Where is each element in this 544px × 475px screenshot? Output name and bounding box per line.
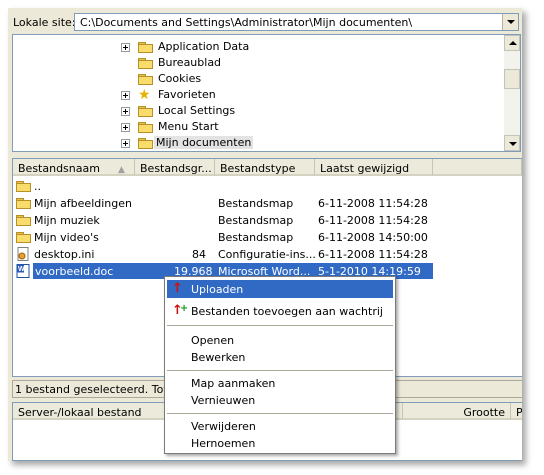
local-site-bar: Lokale site: C:\Documents and Settings\A… bbox=[8, 8, 522, 34]
column-header-filler bbox=[433, 159, 522, 176]
file-row[interactable]: desktop.ini 84 Configuratie-ins... 6-11-… bbox=[13, 246, 522, 263]
menu-item-openen[interactable]: Openen bbox=[167, 331, 393, 349]
expand-icon[interactable] bbox=[121, 43, 130, 52]
file-type: Bestandsmap bbox=[218, 197, 294, 210]
combo-dropdown-button[interactable] bbox=[502, 14, 518, 30]
tree-item[interactable]: Bureaublad bbox=[121, 55, 501, 71]
expand-icon[interactable] bbox=[121, 91, 130, 100]
file-type: Bestandsmap bbox=[218, 231, 294, 244]
file-modified: 6-11-2008 14:50:00 bbox=[318, 231, 428, 244]
column-header-size[interactable]: Bestandsgr... bbox=[135, 159, 215, 176]
file-modified: 6-11-2008 11:54:28 bbox=[318, 214, 428, 227]
expand-icon[interactable] bbox=[121, 139, 130, 148]
tree-item-label: Cookies bbox=[158, 72, 202, 85]
context-menu: ↑ Uploaden ↑+ Bestanden toevoegen aan wa… bbox=[164, 276, 396, 454]
tree-item-label: Bureaublad bbox=[158, 56, 222, 69]
scroll-down-button[interactable] bbox=[504, 135, 520, 151]
tree-item-label: Local Settings bbox=[158, 104, 236, 117]
file-name: Mijn muziek bbox=[34, 214, 100, 227]
chevron-down-icon bbox=[507, 20, 515, 24]
menu-separator bbox=[167, 413, 393, 414]
file-row[interactable]: .. bbox=[13, 178, 522, 195]
folder-icon bbox=[138, 58, 153, 69]
menu-separator bbox=[167, 325, 393, 326]
column-header-size[interactable]: Grootte bbox=[403, 403, 511, 420]
file-name: Mijn afbeeldingen bbox=[34, 197, 132, 210]
file-name: Mijn video's bbox=[34, 231, 99, 244]
file-type: Bestandsmap bbox=[218, 214, 294, 227]
file-name: desktop.ini bbox=[34, 248, 95, 261]
folder-icon bbox=[138, 122, 153, 133]
file-name: .. bbox=[34, 180, 41, 193]
menu-item-uploaden[interactable]: ↑ Uploaden bbox=[167, 280, 393, 298]
upload-arrow-icon: ↑ bbox=[172, 281, 183, 296]
tree-item-label: Application Data bbox=[158, 40, 250, 53]
tree-item-label: Menu Start bbox=[158, 120, 219, 133]
file-row[interactable]: Mijn video's Bestandsmap 6-11-2008 14:50… bbox=[13, 229, 522, 246]
open-folder-icon bbox=[138, 138, 153, 149]
sort-arrow-icon: ▲ bbox=[117, 165, 125, 175]
tree-item-label: Favorieten bbox=[158, 88, 216, 101]
tree-scrollbar[interactable] bbox=[504, 35, 520, 151]
menu-item-add-to-queue[interactable]: ↑+ Bestanden toevoegen aan wachtrij bbox=[167, 302, 393, 320]
tree-item[interactable]: Local Settings bbox=[121, 103, 501, 119]
column-header-name[interactable]: Bestandsnaam ▲ bbox=[13, 159, 135, 176]
star-icon: ★ bbox=[138, 87, 151, 103]
local-path-text: C:\Documents and Settings\Administrator\… bbox=[80, 16, 413, 29]
column-header-type[interactable]: Bestandstype bbox=[215, 159, 315, 176]
menu-item-vernieuwen[interactable]: Vernieuwen bbox=[167, 391, 393, 409]
expand-icon[interactable] bbox=[121, 123, 130, 132]
tree-item[interactable]: Application Data bbox=[121, 39, 501, 55]
video-folder-icon bbox=[16, 232, 31, 246]
music-folder-icon bbox=[16, 215, 31, 229]
pictures-folder-icon bbox=[16, 198, 31, 212]
svg-text:W: W bbox=[18, 266, 25, 273]
word-doc-icon: W bbox=[16, 264, 30, 278]
scroll-thumb[interactable] bbox=[504, 69, 520, 89]
local-folder-tree[interactable]: Application Data Bureaublad Cookies ★ Fa… bbox=[12, 34, 521, 152]
file-modified: 6-11-2008 11:54:28 bbox=[318, 248, 428, 261]
menu-item-hernoemen[interactable]: Hernoemen bbox=[167, 434, 393, 452]
file-row[interactable]: Mijn afbeeldingen Bestandsmap 6-11-2008 … bbox=[13, 195, 522, 212]
file-name: voorbeeld.doc bbox=[35, 265, 114, 278]
tree-item-selected[interactable]: Mijn documenten bbox=[121, 135, 501, 151]
menu-item-map-aanmaken[interactable]: Map aanmaken bbox=[167, 374, 393, 392]
chevron-down-icon bbox=[509, 142, 517, 146]
pane-splitter[interactable] bbox=[8, 152, 522, 156]
status-text: 1 bestand geselecteerd. Totale bbox=[15, 383, 185, 396]
expand-icon[interactable] bbox=[121, 107, 130, 116]
file-row[interactable]: Mijn muziek Bestandsmap 6-11-2008 11:54:… bbox=[13, 212, 522, 229]
file-size: 84 bbox=[192, 248, 206, 261]
menu-separator bbox=[167, 370, 393, 371]
menu-item-bewerken[interactable]: Bewerken bbox=[167, 348, 393, 366]
column-header-priority[interactable]: P bbox=[511, 403, 522, 420]
column-header-modified[interactable]: Laatst gewijzigd bbox=[315, 159, 433, 176]
add-to-queue-icon: ↑+ bbox=[172, 303, 189, 318]
folder-icon bbox=[16, 181, 31, 195]
chevron-up-icon bbox=[509, 41, 517, 45]
folder-icon bbox=[138, 42, 153, 53]
local-site-label: Lokale site: bbox=[13, 16, 76, 29]
tree-item[interactable]: Menu Start bbox=[121, 119, 501, 135]
local-path-combobox[interactable]: C:\Documents and Settings\Administrator\… bbox=[74, 13, 519, 31]
tree-item-label: Mijn documenten bbox=[154, 136, 254, 149]
folder-icon bbox=[138, 74, 153, 85]
file-modified: 6-11-2008 11:54:28 bbox=[318, 197, 428, 210]
folder-icon bbox=[138, 106, 153, 117]
tree-item[interactable]: ★ Favorieten bbox=[121, 87, 501, 103]
file-type: Configuratie-ins... bbox=[218, 248, 316, 261]
scroll-up-button[interactable] bbox=[504, 35, 520, 51]
ini-file-icon bbox=[17, 247, 29, 261]
tree-item[interactable]: Cookies bbox=[121, 71, 501, 87]
menu-item-verwijderen[interactable]: Verwijderen bbox=[167, 417, 393, 435]
